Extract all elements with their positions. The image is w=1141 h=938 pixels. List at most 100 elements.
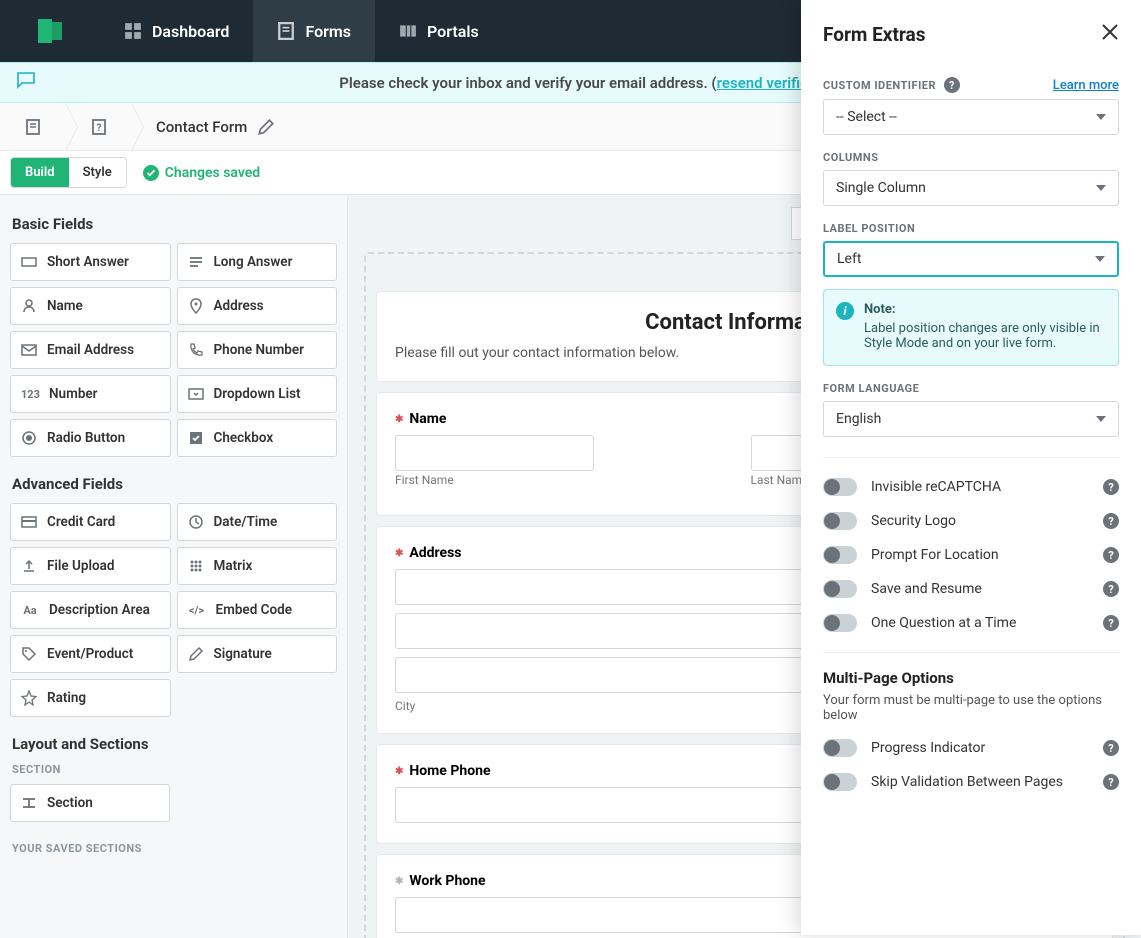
field-label-name: Name [409, 411, 446, 427]
note-title: Note: [864, 302, 1104, 317]
toggle-prompt-location[interactable] [823, 546, 857, 564]
toggle-one-question[interactable] [823, 614, 857, 632]
dropdown-icon [188, 386, 204, 402]
help-icon[interactable]: ? [1103, 513, 1119, 529]
breadcrumb-folder[interactable] [0, 103, 66, 151]
nav-portals[interactable]: Portals [375, 0, 503, 62]
field-matrix[interactable]: Matrix [177, 547, 338, 585]
close-icon [1101, 23, 1119, 41]
save-status-text: Changes saved [165, 165, 260, 181]
code-icon: </> [188, 604, 206, 617]
file-icon [24, 118, 42, 136]
upload-icon [21, 558, 37, 574]
text-icon: Aa [21, 604, 39, 617]
toggle-recaptcha[interactable] [823, 478, 857, 496]
help-icon[interactable]: ? [1103, 479, 1119, 495]
help-icon[interactable]: ? [1103, 615, 1119, 631]
field-email[interactable]: Email Address [10, 331, 171, 369]
phone-icon [188, 342, 204, 358]
pin-icon [188, 298, 204, 314]
credit-card-icon [21, 514, 37, 530]
form-extras-panel: Form Extras CUSTOM IDENTIFIER ? Learn mo… [801, 0, 1141, 935]
build-style-toggle: Build Style [10, 157, 127, 188]
basic-fields-title: Basic Fields [12, 215, 337, 233]
columns-select[interactable]: Single Column [823, 170, 1119, 206]
optional-icon: ✱ [395, 876, 403, 887]
field-phone[interactable]: Phone Number [177, 331, 338, 369]
help-icon[interactable]: ? [1103, 774, 1119, 790]
field-short-answer[interactable]: Short Answer [10, 243, 171, 281]
saved-sections-label: YOUR SAVED SECTIONS [12, 842, 337, 855]
toggle-progress[interactable] [823, 739, 857, 757]
envelope-icon [21, 342, 37, 358]
layout-sections-title: Layout and Sections [12, 735, 337, 753]
toggle-progress-label: Progress Indicator [871, 740, 1089, 756]
field-event-product[interactable]: Event/Product [10, 635, 171, 673]
breadcrumb-form-title: Contact Form [132, 103, 299, 151]
help-icon[interactable]: ? [1103, 740, 1119, 756]
field-name[interactable]: Name [10, 287, 171, 325]
toggle-skip-validation[interactable] [823, 773, 857, 791]
layout-section-item[interactable]: Section [10, 784, 170, 822]
style-mode-button[interactable]: Style [69, 158, 126, 187]
field-label-home-phone: Home Phone [409, 763, 490, 779]
custom-identifier-select[interactable]: -- Select -- [823, 99, 1119, 135]
star-icon [21, 690, 37, 706]
forms-icon [277, 22, 295, 40]
toggle-save-resume[interactable] [823, 580, 857, 598]
field-label-address: Address [409, 545, 461, 561]
field-rating[interactable]: Rating [10, 679, 171, 717]
check-circle-icon [143, 165, 159, 181]
toggle-security-logo[interactable] [823, 512, 857, 530]
columns-label: COLUMNS [823, 151, 1119, 164]
dashboard-icon [124, 22, 142, 40]
toggle-skip-validation-label: Skip Validation Between Pages [871, 774, 1089, 790]
number-icon: 123 [21, 388, 39, 401]
field-address[interactable]: Address [177, 287, 338, 325]
section-label: SECTION [12, 763, 337, 776]
person-icon [21, 298, 37, 314]
label-position-label: LABEL POSITION [823, 222, 1119, 235]
advanced-fields-title: Advanced Fields [12, 475, 337, 493]
help-icon[interactable]: ? [944, 77, 960, 93]
signature-icon [188, 646, 204, 662]
matrix-icon [188, 558, 204, 574]
nav-portals-label: Portals [427, 22, 479, 41]
checkbox-icon [188, 430, 204, 446]
nav-forms[interactable]: Forms [253, 0, 375, 62]
label-position-select[interactable]: Left [823, 241, 1119, 277]
field-file-upload[interactable]: File Upload [10, 547, 171, 585]
build-mode-button[interactable]: Build [11, 158, 69, 187]
app-logo[interactable] [0, 15, 100, 47]
field-datetime[interactable]: Date/Time [177, 503, 338, 541]
field-dropdown[interactable]: Dropdown List [177, 375, 338, 413]
pencil-icon[interactable] [257, 118, 275, 136]
file-question-icon: ? [90, 118, 108, 136]
field-number[interactable]: 123Number [10, 375, 171, 413]
field-long-answer[interactable]: Long Answer [177, 243, 338, 281]
chat-icon[interactable] [16, 71, 36, 94]
learn-more-link[interactable]: Learn more [1053, 78, 1119, 93]
field-description[interactable]: AaDescription Area [10, 591, 171, 629]
form-title: Contact Form [156, 118, 247, 136]
long-text-icon [188, 254, 204, 270]
field-credit-card[interactable]: Credit Card [10, 503, 171, 541]
nav-forms-label: Forms [305, 22, 351, 41]
note-body: Label position changes are only visible … [864, 321, 1104, 351]
save-status: Changes saved [143, 165, 260, 181]
close-panel-button[interactable] [1101, 22, 1119, 47]
field-checkbox[interactable]: Checkbox [177, 419, 338, 457]
field-embed[interactable]: </>Embed Code [177, 591, 338, 629]
help-icon[interactable]: ? [1103, 581, 1119, 597]
form-language-label: FORM LANGUAGE [823, 382, 1119, 395]
form-language-select[interactable]: English [823, 401, 1119, 437]
toggle-save-resume-label: Save and Resume [871, 581, 1089, 597]
first-name-hint: First Name [395, 473, 739, 487]
nav-dashboard[interactable]: Dashboard [100, 0, 253, 62]
first-name-input[interactable] [395, 435, 594, 471]
field-signature[interactable]: Signature [177, 635, 338, 673]
required-icon: ✱ [395, 414, 403, 425]
short-text-icon [21, 254, 37, 270]
field-radio[interactable]: Radio Button [10, 419, 171, 457]
help-icon[interactable]: ? [1103, 547, 1119, 563]
